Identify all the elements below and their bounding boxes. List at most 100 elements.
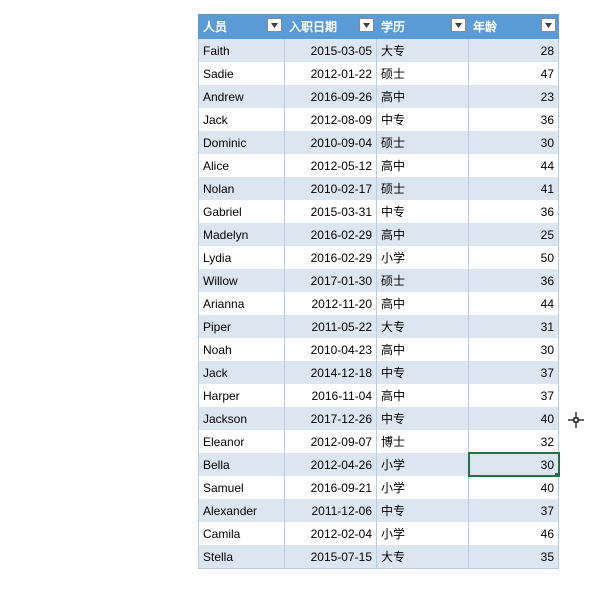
- cell-person[interactable]: Piper: [199, 315, 285, 338]
- cell-person[interactable]: Dominic: [199, 131, 285, 154]
- cell-person[interactable]: Jack: [199, 108, 285, 131]
- header-education[interactable]: 学历: [377, 15, 469, 39]
- cell-education[interactable]: 高中: [377, 223, 469, 246]
- table-row[interactable]: Willow2017-01-30硕士36: [199, 269, 559, 292]
- table-row[interactable]: Alice2012-05-12高中44: [199, 154, 559, 177]
- table-row[interactable]: Arianna2012-11-20高中44: [199, 292, 559, 315]
- cell-person[interactable]: Gabriel: [199, 200, 285, 223]
- cell-education[interactable]: 博士: [377, 430, 469, 453]
- cell-age[interactable]: 44: [469, 292, 559, 315]
- fill-handle[interactable]: [555, 473, 559, 476]
- cell-hire-date[interactable]: 2010-02-17: [285, 177, 377, 200]
- cell-person[interactable]: Lydia: [199, 246, 285, 269]
- cell-education[interactable]: 大专: [377, 39, 469, 63]
- cell-hire-date[interactable]: 2016-02-29: [285, 223, 377, 246]
- cell-age[interactable]: 41: [469, 177, 559, 200]
- cell-person[interactable]: Arianna: [199, 292, 285, 315]
- cell-person[interactable]: Sadie: [199, 62, 285, 85]
- cell-person[interactable]: Jack: [199, 361, 285, 384]
- cell-education[interactable]: 硕士: [377, 269, 469, 292]
- filter-dropdown-icon[interactable]: [451, 18, 466, 32]
- cell-education[interactable]: 小学: [377, 522, 469, 545]
- cell-hire-date[interactable]: 2015-03-31: [285, 200, 377, 223]
- cell-age[interactable]: 36: [469, 269, 559, 292]
- cell-age[interactable]: 23: [469, 85, 559, 108]
- cell-age[interactable]: 37: [469, 361, 559, 384]
- cell-hire-date[interactable]: 2015-03-05: [285, 39, 377, 63]
- cell-hire-date[interactable]: 2017-01-30: [285, 269, 377, 292]
- cell-education[interactable]: 高中: [377, 338, 469, 361]
- cell-education[interactable]: 高中: [377, 384, 469, 407]
- cell-hire-date[interactable]: 2017-12-26: [285, 407, 377, 430]
- cell-person[interactable]: Faith: [199, 39, 285, 63]
- filter-dropdown-icon[interactable]: [359, 18, 374, 32]
- table-row[interactable]: Faith2015-03-05大专28: [199, 39, 559, 63]
- cell-age[interactable]: 37: [469, 499, 559, 522]
- table-row[interactable]: Noah2010-04-23高中30: [199, 338, 559, 361]
- cell-person[interactable]: Noah: [199, 338, 285, 361]
- cell-education[interactable]: 中专: [377, 200, 469, 223]
- header-person[interactable]: 人员: [199, 15, 285, 39]
- cell-hire-date[interactable]: 2014-12-18: [285, 361, 377, 384]
- cell-person[interactable]: Alice: [199, 154, 285, 177]
- cell-education[interactable]: 小学: [377, 453, 469, 476]
- cell-age[interactable]: 35: [469, 545, 559, 569]
- cell-hire-date[interactable]: 2012-08-09: [285, 108, 377, 131]
- cell-hire-date[interactable]: 2016-09-21: [285, 476, 377, 499]
- cell-age[interactable]: 46: [469, 522, 559, 545]
- cell-person[interactable]: Madelyn: [199, 223, 285, 246]
- table-row[interactable]: Andrew2016-09-26高中23: [199, 85, 559, 108]
- table-row[interactable]: Harper2016-11-04高中37: [199, 384, 559, 407]
- cell-education[interactable]: 大专: [377, 315, 469, 338]
- table-row[interactable]: Jack2014-12-18中专37: [199, 361, 559, 384]
- cell-age[interactable]: 32: [469, 430, 559, 453]
- cell-person[interactable]: Bella: [199, 453, 285, 476]
- cell-education[interactable]: 中专: [377, 499, 469, 522]
- cell-age[interactable]: 36: [469, 108, 559, 131]
- cell-hire-date[interactable]: 2012-01-22: [285, 62, 377, 85]
- cell-age[interactable]: 36: [469, 200, 559, 223]
- cell-person[interactable]: Stella: [199, 545, 285, 569]
- header-hire-date[interactable]: 入职日期: [285, 15, 377, 39]
- cell-hire-date[interactable]: 2011-12-06: [285, 499, 377, 522]
- table-row[interactable]: Alexander2011-12-06中专37: [199, 499, 559, 522]
- table-row[interactable]: Jack2012-08-09中专36: [199, 108, 559, 131]
- table-row[interactable]: Madelyn2016-02-29高中25: [199, 223, 559, 246]
- cell-hire-date[interactable]: 2010-04-23: [285, 338, 377, 361]
- table-row[interactable]: Lydia2016-02-29小学50: [199, 246, 559, 269]
- cell-hire-date[interactable]: 2011-05-22: [285, 315, 377, 338]
- table-row[interactable]: Nolan2010-02-17硕士41: [199, 177, 559, 200]
- table-row[interactable]: Samuel2016-09-21小学40: [199, 476, 559, 499]
- cell-hire-date[interactable]: 2012-02-04: [285, 522, 377, 545]
- cell-person[interactable]: Samuel: [199, 476, 285, 499]
- cell-person[interactable]: Jackson: [199, 407, 285, 430]
- header-age[interactable]: 年龄: [469, 15, 559, 39]
- cell-age[interactable]: 30: [469, 453, 559, 476]
- cell-education[interactable]: 高中: [377, 85, 469, 108]
- table-row[interactable]: Bella2012-04-26小学30: [199, 453, 559, 476]
- cell-hire-date[interactable]: 2012-09-07: [285, 430, 377, 453]
- cell-age[interactable]: 30: [469, 338, 559, 361]
- cell-person[interactable]: Camila: [199, 522, 285, 545]
- cell-education[interactable]: 高中: [377, 292, 469, 315]
- table-row[interactable]: Gabriel2015-03-31中专36: [199, 200, 559, 223]
- cell-education[interactable]: 硕士: [377, 131, 469, 154]
- table-row[interactable]: Eleanor2012-09-07博士32: [199, 430, 559, 453]
- cell-education[interactable]: 小学: [377, 476, 469, 499]
- cell-education[interactable]: 高中: [377, 154, 469, 177]
- cell-education[interactable]: 大专: [377, 545, 469, 569]
- cell-education[interactable]: 硕士: [377, 62, 469, 85]
- cell-person[interactable]: Harper: [199, 384, 285, 407]
- cell-hire-date[interactable]: 2016-09-26: [285, 85, 377, 108]
- cell-hire-date[interactable]: 2016-11-04: [285, 384, 377, 407]
- cell-education[interactable]: 中专: [377, 407, 469, 430]
- cell-age[interactable]: 30: [469, 131, 559, 154]
- table-row[interactable]: Stella2015-07-15大专35: [199, 545, 559, 569]
- filter-dropdown-icon[interactable]: [541, 18, 556, 32]
- cell-age[interactable]: 28: [469, 39, 559, 63]
- cell-hire-date[interactable]: 2012-11-20: [285, 292, 377, 315]
- cell-hire-date[interactable]: 2010-09-04: [285, 131, 377, 154]
- cell-age[interactable]: 31: [469, 315, 559, 338]
- cell-age[interactable]: 44: [469, 154, 559, 177]
- cell-person[interactable]: Andrew: [199, 85, 285, 108]
